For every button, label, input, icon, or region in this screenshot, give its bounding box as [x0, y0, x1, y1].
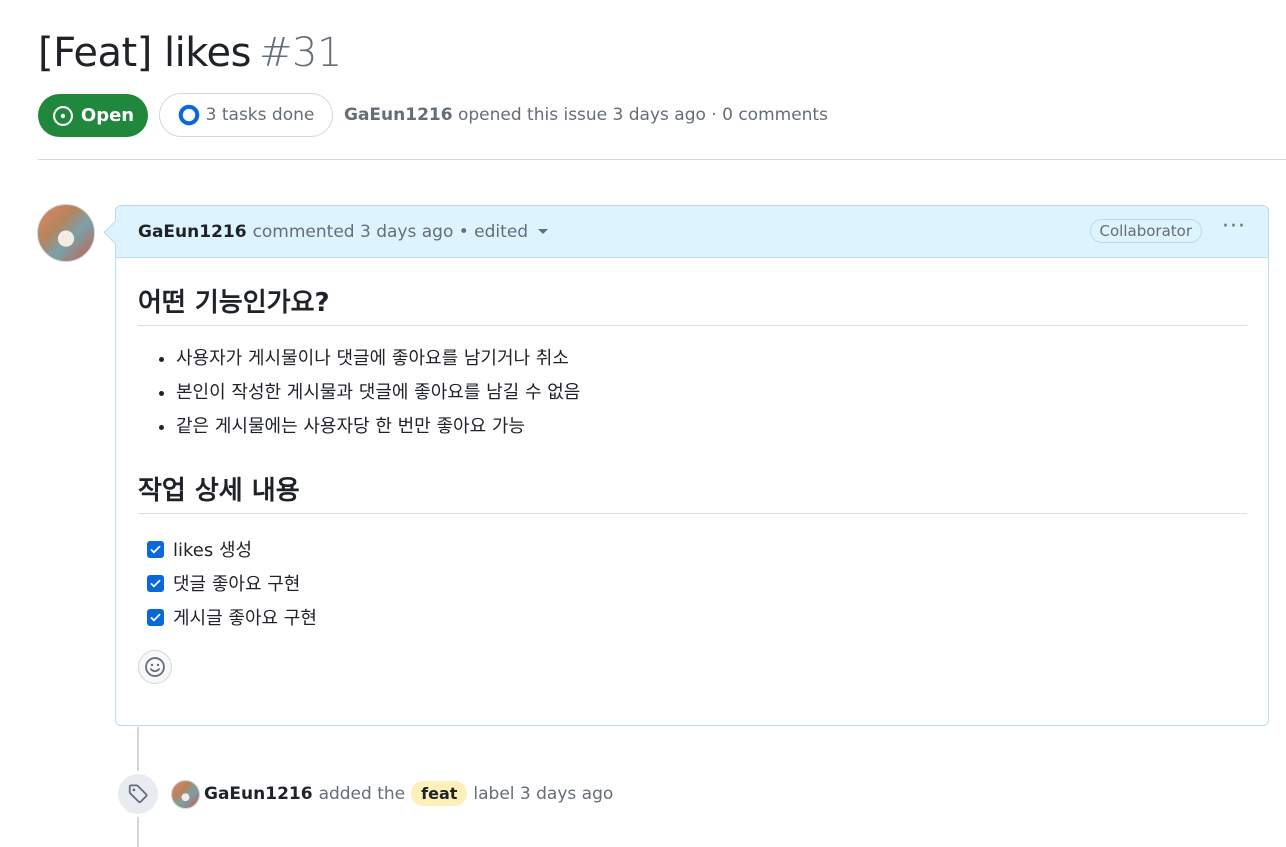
task-list-item: likes 생성	[147, 532, 1247, 566]
comment-pointer	[103, 220, 128, 245]
label-event: GaEun1216 added the feat label 3 days ag…	[204, 781, 613, 806]
issue-author-link[interactable]: GaEun1216	[344, 105, 453, 125]
comment-body: 어떤 기능인가요? 사용자가 게시물이나 댓글에 좋아요를 남기거나 취소 본인…	[116, 282, 1268, 684]
task-label: likes 생성	[173, 540, 253, 561]
check-icon	[150, 579, 161, 587]
collaborator-badge: Collaborator	[1089, 219, 1202, 243]
progress-circle-icon	[178, 104, 199, 126]
avatar[interactable]	[171, 780, 200, 809]
task-checkbox[interactable]	[147, 540, 164, 558]
smiley-icon	[145, 657, 165, 677]
tasks-progress-badge[interactable]: 3 tasks done	[159, 93, 333, 137]
task-list: likes 생성 댓글 좋아요 구현 게시글 좋아요 구현	[138, 532, 1247, 634]
issue-opened-text: opened this issue 3 days ago · 0 comment…	[457, 105, 828, 125]
issue-opened-icon	[52, 105, 73, 126]
label-feat[interactable]: feat	[411, 781, 468, 806]
issue-number: #31	[258, 30, 342, 76]
issue-comment: GaEun1216 commented 3 days ago • edited …	[103, 205, 1269, 726]
event-text-after: label 3 days ago	[473, 783, 614, 804]
issue-meta: GaEun1216 opened this issue 3 days ago ·…	[344, 105, 828, 125]
tag-icon	[128, 784, 148, 804]
edited-dropdown-icon[interactable]	[538, 229, 549, 234]
section-heading-tasks: 작업 상세 내용	[138, 470, 1247, 514]
task-list-item: 댓글 좋아요 구현	[147, 566, 1247, 600]
timeline-badge	[118, 774, 158, 814]
event-text-before: added the	[318, 783, 406, 804]
header-divider	[38, 159, 1286, 160]
issue-state-label: Open	[80, 105, 135, 126]
issue-state-badge: Open	[38, 94, 148, 137]
comment-header: GaEun1216 commented 3 days ago • edited …	[103, 206, 1268, 258]
task-label: 댓글 좋아요 구현	[173, 574, 301, 595]
task-list-item: 게시글 좋아요 구현	[147, 600, 1247, 634]
comment-meta: commented 3 days ago • edited	[252, 221, 529, 242]
issue-title-text: [Feat] likes	[38, 30, 251, 76]
list-item: 사용자가 게시물이나 댓글에 좋아요를 남기거나 취소	[176, 342, 1247, 376]
issue-title: [Feat] likes #31	[38, 30, 342, 76]
task-label: 게시글 좋아요 구현	[173, 608, 317, 629]
list-item: 같은 게시물에는 사용자당 한 번만 좋아요 가능	[176, 410, 1247, 444]
feature-bullets: 사용자가 게시물이나 댓글에 좋아요를 남기거나 취소 본인이 작성한 게시물과…	[138, 342, 1247, 444]
event-actor-link[interactable]: GaEun1216	[204, 784, 313, 804]
comment-author-link[interactable]: GaEun1216	[138, 222, 247, 242]
check-icon	[150, 613, 161, 621]
task-checkbox[interactable]	[147, 608, 164, 626]
section-heading-feature: 어떤 기능인가요?	[138, 282, 1247, 326]
tasks-progress-label: 3 tasks done	[205, 105, 315, 125]
list-item: 본인이 작성한 게시물과 댓글에 좋아요를 남길 수 없음	[176, 376, 1247, 410]
check-icon	[150, 545, 161, 553]
avatar[interactable]	[37, 204, 95, 262]
add-reaction-button[interactable]	[138, 650, 172, 684]
kebab-horizontal-icon[interactable]: ···	[1222, 216, 1246, 238]
task-checkbox[interactable]	[147, 574, 164, 592]
